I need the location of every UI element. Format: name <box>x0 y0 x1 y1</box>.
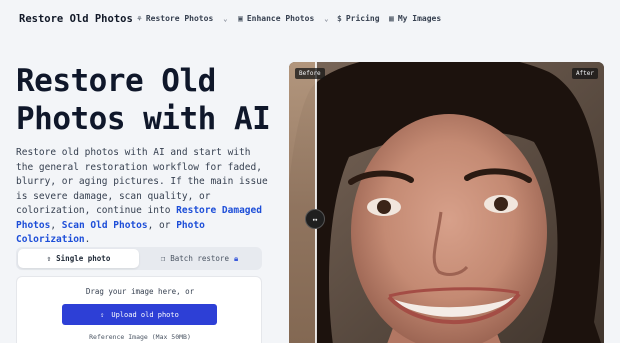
nav-pricing[interactable]: $ Pricing <box>337 14 380 23</box>
nav-my-images[interactable]: ▦ My Images <box>389 14 441 23</box>
brand-logo[interactable]: Restore Old Photos <box>19 13 133 25</box>
nav-enhance-photos-label: Enhance Photos <box>246 14 315 23</box>
drag-handle-icon[interactable]: ↔ <box>305 209 325 229</box>
stack-icon: ❐ <box>160 254 166 263</box>
nav-my-images-label: My Images <box>397 14 442 23</box>
chevron-down-icon: ⌄ <box>223 14 228 23</box>
tab-batch-restore[interactable]: ❐ Batch restore 🔒︎ <box>139 249 260 268</box>
tab-single-photo[interactable]: ⇧ Single photo <box>18 249 139 268</box>
tab-single-photo-label: Single photo <box>56 254 111 263</box>
before-after-comparison[interactable]: ↔ Before After <box>289 62 604 343</box>
mode-tabs: ⇧ Single photo ❐ Batch restore 🔒︎ <box>16 247 262 270</box>
separator-text: , <box>50 219 62 231</box>
hero-description: Restore old photos with AI and start wit… <box>16 146 268 248</box>
nav-restore-photos-label: Restore Photos <box>145 14 214 23</box>
comparison-divider[interactable] <box>315 62 317 343</box>
scan-old-photos-link[interactable]: Scan Old Photos <box>62 220 148 231</box>
chevron-down-icon: ⌄ <box>324 14 329 23</box>
page-title: Restore Old Photos with AI <box>16 63 271 137</box>
image-enhance-icon: ▣ <box>238 14 243 23</box>
nav-restore-photos[interactable]: ⚘ Restore Photos ⌄ <box>137 14 227 23</box>
description-end: . <box>84 234 91 245</box>
before-label: Before <box>295 68 325 79</box>
upload-button-label: Upload old photo <box>111 310 179 319</box>
wand-icon: ⚘ <box>137 14 142 23</box>
tab-batch-restore-label: Batch restore <box>170 254 229 263</box>
dollar-icon: $ <box>337 14 342 23</box>
separator-text: , or <box>147 219 177 231</box>
before-image-region <box>289 62 316 343</box>
upload-old-photo-button[interactable]: ⇪ Upload old photo <box>62 304 217 325</box>
reference-image-limit: Reference Image (Max 50MB) <box>89 333 191 341</box>
nav-pricing-label: Pricing <box>345 14 380 23</box>
restored-portrait-image <box>289 62 604 343</box>
lock-icon: 🔒︎ <box>233 253 239 263</box>
top-navigation: Restore Old Photos ⚘ Restore Photos ⌄ ▣ … <box>0 0 620 40</box>
drag-instructions: Drag your image here, or <box>85 287 195 296</box>
gallery-icon: ▦ <box>389 14 394 23</box>
nav-enhance-photos[interactable]: ▣ Enhance Photos ⌄ <box>238 14 328 23</box>
after-label: After <box>571 68 598 79</box>
upload-arrow-icon: ⇧ <box>46 254 52 263</box>
upload-icon: ⇪ <box>100 310 105 319</box>
upload-dropzone[interactable]: Drag your image here, or ⇪ Upload old ph… <box>16 276 262 343</box>
